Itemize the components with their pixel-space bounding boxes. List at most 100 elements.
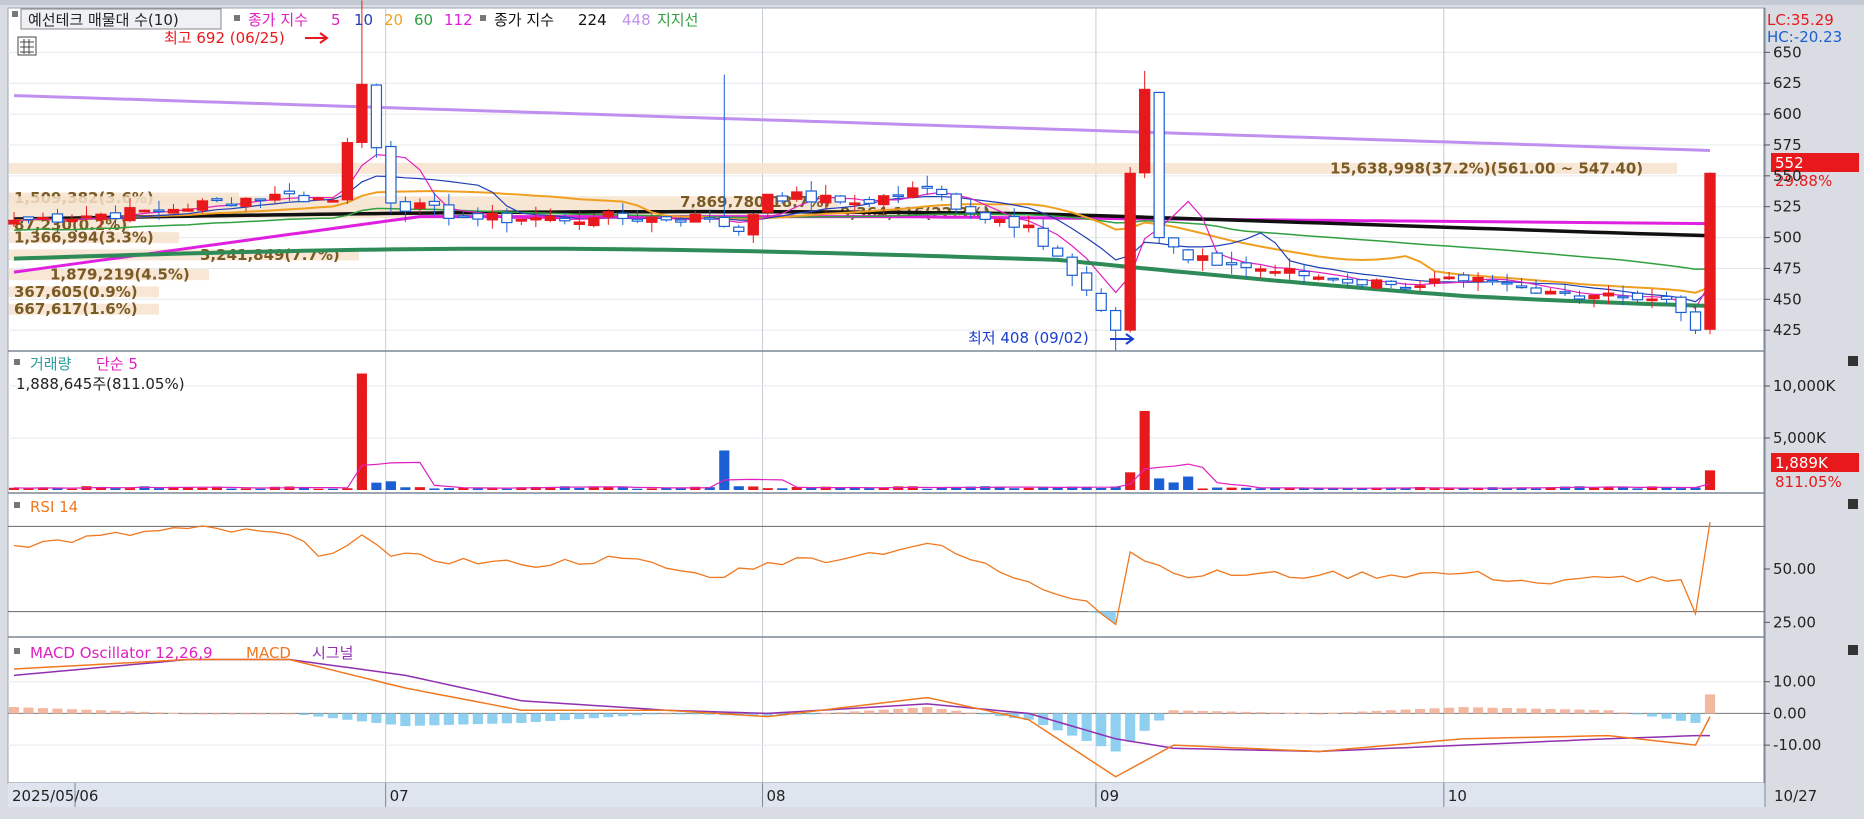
candle-down — [979, 212, 991, 220]
candle-up — [8, 219, 20, 225]
macd-oscillator-bar — [400, 713, 411, 727]
macd-panel-close-icon[interactable] — [1848, 645, 1858, 655]
candle-down — [254, 198, 267, 202]
candle-down — [51, 213, 64, 223]
candle-down — [965, 206, 977, 214]
macd-oscillator-bar — [66, 709, 78, 714]
candle-up — [1312, 276, 1325, 280]
legend-long-prefix: 종가 지수 — [494, 11, 554, 29]
macd-oscillator-bar — [849, 711, 860, 714]
rsi-panel-close-icon[interactable] — [1848, 499, 1858, 509]
candle-up — [544, 215, 557, 221]
macd-oscillator-bar — [1617, 712, 1629, 714]
high-annotation: 최고 692 (06/25) — [164, 29, 285, 47]
macd-oscillator-bar — [284, 713, 295, 715]
macd-oscillator-bar — [1675, 713, 1687, 721]
candle-up — [327, 199, 339, 203]
candle-down — [22, 216, 35, 221]
macd-oscillator-bar — [1661, 713, 1672, 719]
volume-profile-label: 367,605(0.9%) — [14, 283, 138, 301]
volume-bar — [327, 488, 338, 490]
macd-oscillator-bar — [1415, 708, 1426, 714]
volume-bar — [806, 487, 817, 490]
candle-down — [443, 204, 455, 219]
macd-oscillator-bar — [1603, 710, 1614, 714]
macd-oscillator-bar — [588, 713, 599, 719]
lc-label: LC:35.29 — [1767, 11, 1834, 29]
macd-oscillator-bar — [1081, 713, 1092, 741]
price-tick-label: 650 — [1773, 43, 1802, 61]
candle-down — [631, 218, 643, 222]
volume-bar — [472, 488, 483, 490]
candle-down — [1110, 309, 1122, 331]
candle-down — [863, 198, 875, 204]
macd-oscillator-bar — [690, 713, 701, 715]
candle-down — [660, 216, 672, 221]
macd-oscillator-bar — [1690, 713, 1701, 723]
candle-up — [240, 197, 252, 207]
macd-oscillator-bar — [1342, 712, 1353, 714]
macd-oscillator-bar — [52, 708, 63, 714]
macd-oscillator-bar — [661, 713, 672, 715]
volume-bar — [1675, 488, 1687, 490]
candle-up — [486, 212, 499, 221]
macd-oscillator-bar — [1574, 709, 1585, 714]
candle-down — [109, 212, 122, 220]
volume-bar — [255, 488, 266, 490]
macd-oscillator-bar — [443, 713, 454, 725]
candle-down — [950, 193, 962, 210]
macd-oscillator-bar — [8, 707, 20, 714]
macd-oscillator-bar — [110, 710, 121, 714]
macd-oscillator-bar — [936, 708, 947, 714]
volume-profile-label: 1,879,219(4.5%) — [50, 266, 190, 284]
candle-down — [1457, 274, 1470, 282]
candle-down — [1182, 249, 1194, 261]
candle-up — [1138, 88, 1151, 174]
chart-canvas[interactable]: 15,638,998(37.2%)(561.00 ~ 547.40)1,509,… — [0, 0, 1864, 815]
macd-oscillator-bar — [864, 710, 875, 714]
legend-ma-112: 112 — [444, 11, 473, 29]
macd-oscillator-bar — [385, 713, 396, 725]
macd-oscillator-bar — [1429, 708, 1440, 714]
x-last-label: 10/27 — [1774, 787, 1817, 805]
x-tick-label: 09 — [1100, 787, 1119, 805]
price-tick-label: 475 — [1773, 259, 1802, 277]
volume-bar — [356, 373, 367, 490]
macd-oscillator-bar — [574, 713, 585, 720]
candle-up — [1269, 271, 1281, 274]
candle-down — [1211, 252, 1223, 266]
volume-panel-close-icon[interactable] — [1848, 356, 1858, 366]
candle-up — [95, 213, 107, 221]
macd-oscillator-bar — [197, 713, 208, 715]
volume-bar — [1241, 487, 1252, 490]
candle-down — [399, 201, 412, 212]
candle-up — [80, 215, 93, 219]
macd-oscillator-bar — [545, 713, 556, 722]
candle-down — [370, 84, 383, 149]
volume-bar — [1183, 476, 1194, 490]
macd-oscillator-bar — [806, 713, 817, 715]
volume-bar — [429, 488, 440, 490]
volume-bar — [371, 482, 382, 490]
macd-oscillator-bar — [139, 711, 150, 714]
candle-down — [1559, 291, 1571, 294]
candle-down — [1240, 262, 1252, 269]
candle-down — [704, 217, 716, 220]
candle-down — [776, 195, 788, 202]
macd-oscillator-bar — [835, 712, 846, 714]
legend-ma-60: 60 — [414, 11, 433, 29]
candle-down — [1501, 281, 1513, 285]
candle-down — [1689, 311, 1702, 331]
candle-down — [1486, 279, 1499, 283]
macd-oscillator-bar — [23, 707, 34, 714]
volume-profile-label: 15,638,998(37.2%)(561.00 ~ 547.40) — [1330, 159, 1643, 177]
macd-oscillator-bar — [951, 710, 962, 714]
volume-bar — [501, 488, 512, 490]
price-tick-label: 600 — [1773, 105, 1802, 123]
legend-ma-20: 20 — [384, 11, 403, 29]
volume-bar — [1226, 487, 1237, 490]
legend-support: 지지선 — [657, 11, 698, 29]
volume-bar — [385, 481, 396, 490]
macd-oscillator-bar — [1226, 711, 1237, 714]
candle-up — [1254, 268, 1267, 272]
